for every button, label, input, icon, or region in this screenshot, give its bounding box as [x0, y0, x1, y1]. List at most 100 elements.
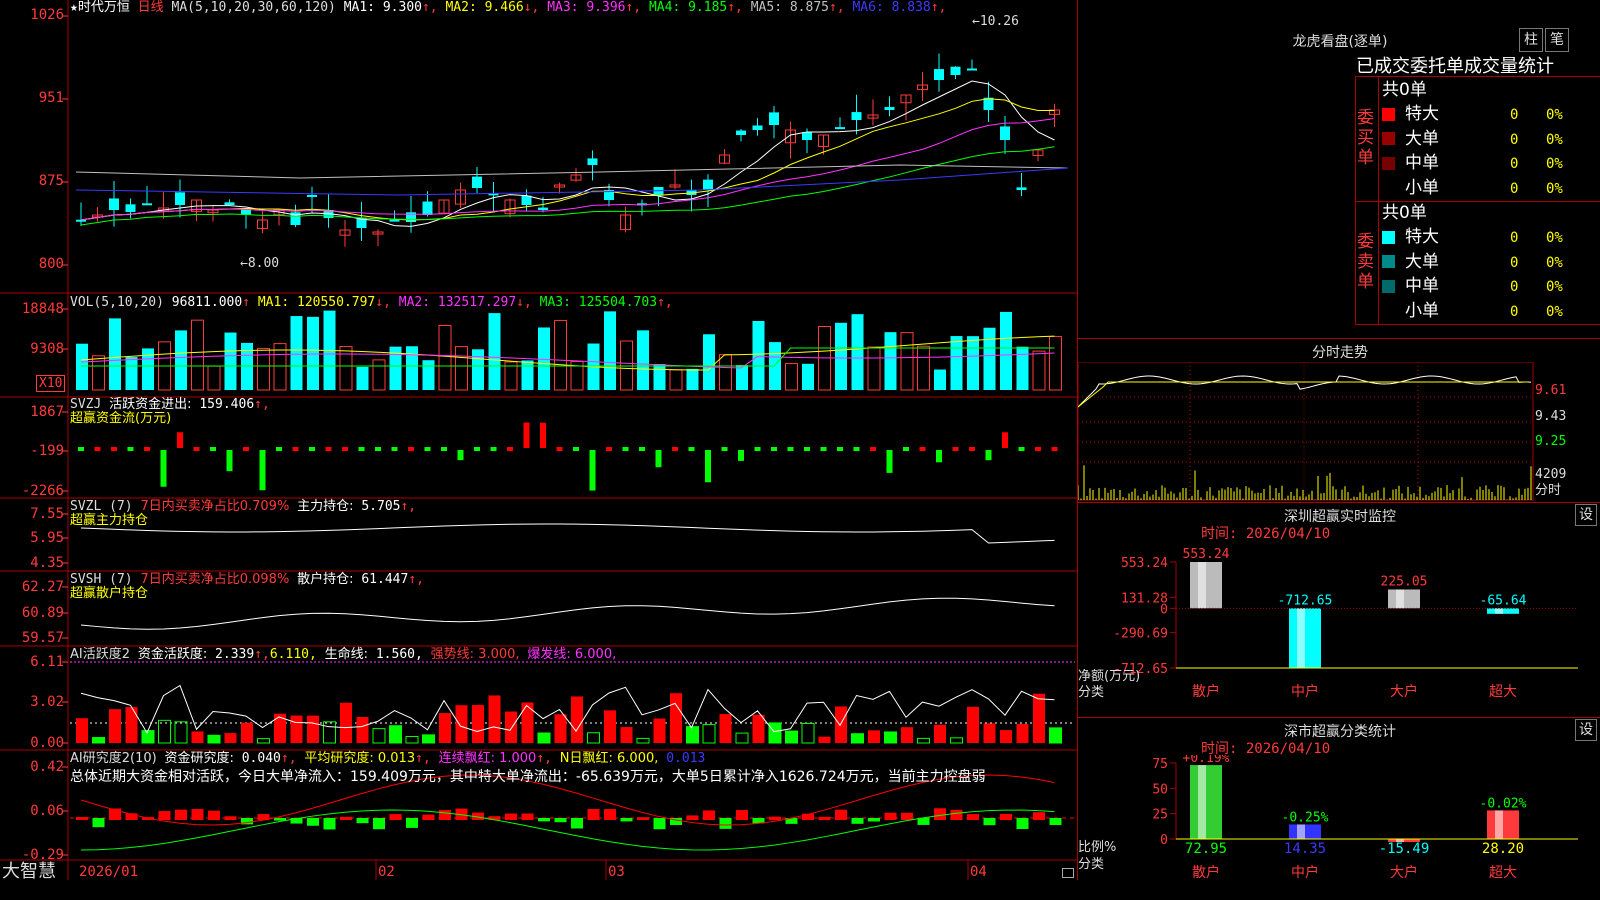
research-bar: [1049, 818, 1062, 826]
svzl-y-top: 7.55: [30, 506, 64, 522]
candle-body: [76, 219, 86, 222]
sell-label: 委卖单: [1357, 232, 1374, 292]
svsh-y-bot: 59.57: [21, 630, 64, 646]
volume-bar: [835, 322, 847, 390]
activity-bar: [1033, 693, 1045, 743]
activity-bar: [505, 711, 517, 743]
sell-row-1: 特大: [1382, 226, 1439, 248]
volume-bar: [917, 345, 930, 391]
research-bar: [637, 817, 649, 820]
research-bar: [1000, 813, 1012, 820]
activity-bar: [422, 734, 435, 744]
ss-settings-button[interactable]: 设: [1575, 719, 1597, 741]
volume-bar: [207, 365, 221, 391]
sell-name: 特大: [1405, 227, 1439, 247]
volume-bar: [175, 330, 187, 390]
research-bar: [571, 818, 583, 829]
fs-avg-line: [1078, 381, 1528, 408]
buy-swatch: [1382, 107, 1395, 121]
activity-bar: [92, 737, 105, 744]
month-03: 03: [608, 864, 625, 880]
buy-count: 0: [1510, 107, 1519, 123]
sell-row-3: 中单: [1382, 275, 1439, 297]
activity-bar: [521, 702, 534, 743]
research-bar: [835, 809, 847, 820]
sell-row-2: 大单: [1382, 251, 1439, 273]
vol-y-top: 18848: [21, 301, 64, 317]
candle-body: [1000, 126, 1010, 140]
activity-bar: [917, 737, 930, 744]
ma2-line: [80, 98, 1055, 221]
month-02: 02: [378, 864, 395, 880]
ai2-header: AI研究度2(10) 资金研究度: 0.040↑, 平均研究度: 0.013↑,…: [70, 752, 705, 766]
flow-bar: [820, 447, 827, 451]
lhb-title: 龙虎看盘(逐单): [1292, 34, 1388, 50]
volume-bar: [1032, 350, 1046, 391]
vol-value: 96811.000: [171, 295, 243, 310]
flow-bar: [540, 422, 546, 448]
svzl-desc2: 主力持仓:: [297, 499, 354, 514]
sell-swatch: [1382, 279, 1395, 293]
activity-bar: [901, 727, 913, 743]
activity-bar: [636, 737, 650, 744]
volume-bar: [604, 311, 616, 390]
candle-body: [769, 112, 779, 125]
fs-chart[interactable]: [1078, 362, 1600, 502]
fs-y-1: 9.61: [1535, 383, 1567, 398]
sell-total: 共0单: [1382, 203, 1427, 223]
bar-大户: [1388, 589, 1420, 609]
ai1-v3: 1.560,: [375, 647, 423, 662]
ss-y-label: 50: [1152, 782, 1168, 797]
research-bar: [389, 814, 402, 820]
flow-bar: [523, 422, 530, 448]
research-bar: [274, 818, 286, 821]
activity-bar: [554, 714, 567, 743]
flow-bar: [226, 450, 233, 472]
flow-bar: [1035, 447, 1041, 451]
flow-bar: [160, 450, 167, 487]
flow-bar: [622, 447, 629, 451]
activity-bar: [785, 730, 798, 744]
research-bar: [769, 816, 781, 820]
ma-item-2: MA2: 132517.297: [390, 295, 517, 310]
research-bar: [983, 818, 996, 826]
sell-count: 0: [1510, 230, 1519, 246]
sell-swatch: [1382, 304, 1395, 317]
ss-time: 时间: 2026/04/10: [1201, 741, 1331, 757]
activity-bar: [191, 731, 204, 743]
sell-count: 0: [1510, 303, 1519, 320]
research-bar: [505, 813, 517, 820]
bar-highlight: [1495, 608, 1503, 614]
lhb-tab[interactable]: 已成交委托单成交量统计: [1356, 52, 1554, 78]
candle-body: [538, 207, 548, 210]
ss-category-label: 中户: [1291, 864, 1319, 881]
flow-bar: [886, 450, 893, 473]
sz-y-title: 净额(万元): [1078, 669, 1140, 684]
sz-settings-button[interactable]: 设: [1575, 504, 1597, 526]
tick-mode-button[interactable]: 笔: [1545, 28, 1569, 52]
price-chart[interactable]: [0, 0, 1077, 880]
activity-bar: [571, 696, 583, 743]
flow-bar: [573, 447, 579, 451]
vol-label: VOL(5,10,20): [70, 295, 164, 310]
ai2-value: 0.040: [241, 751, 281, 766]
candle-body: [967, 68, 977, 71]
svzl-header: SVZL (7) 7日内买卖净占比0.709% 主力持仓: 5.705↑,: [70, 500, 416, 514]
research-bar: [620, 818, 633, 822]
activity-bar: [274, 713, 286, 743]
ss-value-label: 28.20: [1482, 841, 1524, 857]
bar-highlight: [1198, 562, 1206, 609]
sz-title: 深圳超赢实时监控: [1284, 509, 1396, 525]
ai2-summary: 总体近期大资金相对活跃，今日大单净流入：159.409万元，其中特大单净流出：-…: [70, 769, 986, 785]
lock-icon[interactable]: [1062, 868, 1074, 878]
research-bar: [884, 812, 897, 820]
svsh-line: [80, 597, 1055, 630]
activity-bar: [868, 730, 880, 743]
ss-y-title: 比例%: [1078, 840, 1116, 855]
activity-bar: [307, 715, 319, 743]
bar-mode-button[interactable]: 柱: [1519, 28, 1543, 52]
vol-ma-values: MA1: 120550.797↓, MA2: 132517.297↓, MA3:…: [250, 295, 673, 310]
flow-bar: [111, 447, 117, 451]
ai2-desc: 资金研究度:: [164, 751, 234, 766]
activity-bar: [653, 718, 666, 743]
